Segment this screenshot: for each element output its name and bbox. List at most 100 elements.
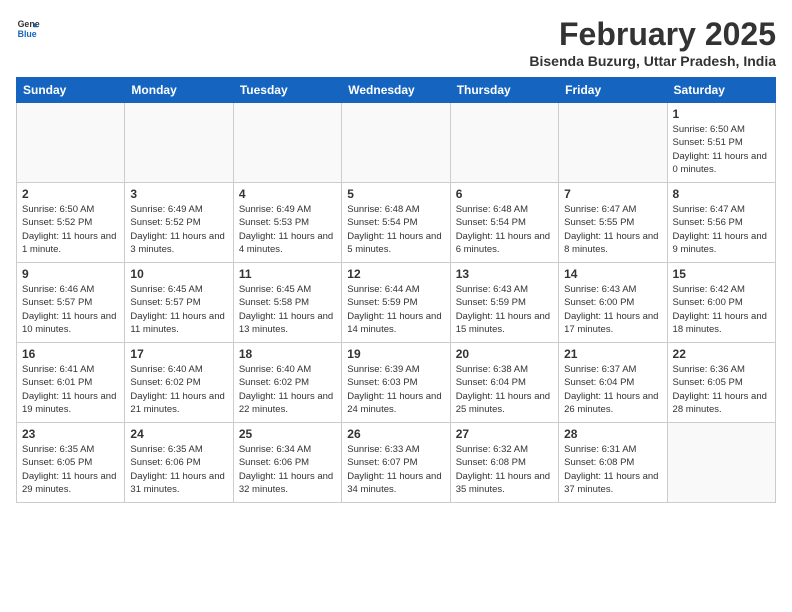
day-number: 11 (239, 267, 336, 281)
day-number: 18 (239, 347, 336, 361)
calendar-cell (17, 103, 125, 183)
day-number: 22 (673, 347, 770, 361)
calendar-cell: 28Sunrise: 6:31 AM Sunset: 6:08 PM Dayli… (559, 423, 667, 503)
weekday-header: Monday (125, 78, 233, 103)
calendar-week-row: 23Sunrise: 6:35 AM Sunset: 6:05 PM Dayli… (17, 423, 776, 503)
day-info: Sunrise: 6:47 AM Sunset: 5:55 PM Dayligh… (564, 203, 661, 256)
calendar-cell: 27 Sunrise: 6:32 AM Sunset: 6:08 PM Dayli… (450, 423, 558, 503)
calendar-cell: 12 Sunrise: 6:44 AM Sunset: 5:59 PM Dayli… (342, 263, 450, 343)
logo-icon: General Blue (16, 16, 40, 40)
weekday-header: Friday (559, 78, 667, 103)
calendar-week-row: 1Sunrise: 6:50 AM Sunset: 5:51 PM Daylig… (17, 103, 776, 183)
svg-text:General: General (18, 19, 40, 29)
day-number: 4 (239, 187, 336, 201)
day-info: Sunrise: 6:43 AM Sunset: 6:00 PM Dayligh… (564, 283, 661, 336)
day-number: 21 (564, 347, 661, 361)
day-number: 14 (564, 267, 661, 281)
day-info: Sunrise: 6:39 AM Sunset: 6:03 PM Dayligh… (347, 363, 444, 416)
logo: General Blue (16, 16, 40, 40)
calendar-cell: 4 Sunrise: 6:49 AM Sunset: 5:53 PM Daylig… (233, 183, 341, 263)
calendar-week-row: 16 Sunrise: 6:41 AM Sunset: 6:01 PM Dayli… (17, 343, 776, 423)
day-info: Sunrise: 6:35 AM Sunset: 6:06 PM Dayligh… (130, 443, 227, 496)
day-info: Sunrise: 6:45 AM Sunset: 5:57 PM Dayligh… (130, 283, 227, 336)
calendar-cell: 22 Sunrise: 6:36 AM Sunset: 6:05 PM Dayli… (667, 343, 775, 423)
day-info: Sunrise: 6:43 AM Sunset: 5:59 PM Dayligh… (456, 283, 553, 336)
day-number: 23 (22, 427, 119, 441)
day-number: 6 (456, 187, 553, 201)
day-info: Sunrise: 6:48 AM Sunset: 5:54 PM Dayligh… (456, 203, 553, 256)
day-info: Sunrise: 6:38 AM Sunset: 6:04 PM Dayligh… (456, 363, 553, 416)
calendar-cell: 15 Sunrise: 6:42 AM Sunset: 6:00 PM Dayli… (667, 263, 775, 343)
location: Bisenda Buzurg, Uttar Pradesh, India (529, 53, 776, 69)
calendar-cell (667, 423, 775, 503)
svg-text:Blue: Blue (18, 29, 37, 39)
calendar-cell (125, 103, 233, 183)
weekday-header: Thursday (450, 78, 558, 103)
day-number: 12 (347, 267, 444, 281)
calendar-cell: 1Sunrise: 6:50 AM Sunset: 5:51 PM Daylig… (667, 103, 775, 183)
calendar-cell: 13Sunrise: 6:43 AM Sunset: 5:59 PM Dayli… (450, 263, 558, 343)
day-info: Sunrise: 6:32 AM Sunset: 6:08 PM Dayligh… (456, 443, 553, 496)
day-info: Sunrise: 6:40 AM Sunset: 6:02 PM Dayligh… (130, 363, 227, 416)
weekday-header: Saturday (667, 78, 775, 103)
page-header: General Blue February 2025 Bisenda Buzur… (16, 16, 776, 69)
day-info: Sunrise: 6:50 AM Sunset: 5:52 PM Dayligh… (22, 203, 119, 256)
day-number: 8 (673, 187, 770, 201)
calendar-cell: 25 Sunrise: 6:34 AM Sunset: 6:06 PM Dayli… (233, 423, 341, 503)
day-number: 28 (564, 427, 661, 441)
calendar-cell: 11 Sunrise: 6:45 AM Sunset: 5:58 PM Dayli… (233, 263, 341, 343)
day-number: 26 (347, 427, 444, 441)
calendar-cell: 23Sunrise: 6:35 AM Sunset: 6:05 PM Dayli… (17, 423, 125, 503)
day-number: 2 (22, 187, 119, 201)
calendar-cell: 19Sunrise: 6:39 AM Sunset: 6:03 PM Dayli… (342, 343, 450, 423)
day-number: 5 (347, 187, 444, 201)
calendar-cell: 5 Sunrise: 6:48 AM Sunset: 5:54 PM Daylig… (342, 183, 450, 263)
calendar-cell: 26 Sunrise: 6:33 AM Sunset: 6:07 PM Dayli… (342, 423, 450, 503)
calendar-cell: 6 Sunrise: 6:48 AM Sunset: 5:54 PM Daylig… (450, 183, 558, 263)
day-number: 15 (673, 267, 770, 281)
calendar-cell: 8 Sunrise: 6:47 AM Sunset: 5:56 PM Daylig… (667, 183, 775, 263)
day-info: Sunrise: 6:49 AM Sunset: 5:52 PM Dayligh… (130, 203, 227, 256)
calendar-cell: 10 Sunrise: 6:45 AM Sunset: 5:57 PM Dayli… (125, 263, 233, 343)
weekday-header: Wednesday (342, 78, 450, 103)
day-number: 25 (239, 427, 336, 441)
day-number: 7 (564, 187, 661, 201)
day-number: 10 (130, 267, 227, 281)
calendar-cell: 17Sunrise: 6:40 AM Sunset: 6:02 PM Dayli… (125, 343, 233, 423)
weekday-header: Tuesday (233, 78, 341, 103)
day-info: Sunrise: 6:36 AM Sunset: 6:05 PM Dayligh… (673, 363, 770, 416)
day-info: Sunrise: 6:50 AM Sunset: 5:51 PM Dayligh… (673, 123, 770, 176)
calendar-cell (450, 103, 558, 183)
calendar-cell: 21Sunrise: 6:37 AM Sunset: 6:04 PM Dayli… (559, 343, 667, 423)
day-number: 27 (456, 427, 553, 441)
calendar-cell: 24 Sunrise: 6:35 AM Sunset: 6:06 PM Dayli… (125, 423, 233, 503)
day-info: Sunrise: 6:34 AM Sunset: 6:06 PM Dayligh… (239, 443, 336, 496)
day-number: 20 (456, 347, 553, 361)
weekday-header: Sunday (17, 78, 125, 103)
day-info: Sunrise: 6:41 AM Sunset: 6:01 PM Dayligh… (22, 363, 119, 416)
calendar-cell: 3 Sunrise: 6:49 AM Sunset: 5:52 PM Daylig… (125, 183, 233, 263)
calendar-cell: 9Sunrise: 6:46 AM Sunset: 5:57 PM Daylig… (17, 263, 125, 343)
calendar-cell (233, 103, 341, 183)
calendar-cell: 20 Sunrise: 6:38 AM Sunset: 6:04 PM Dayli… (450, 343, 558, 423)
month-title: February 2025 (529, 16, 776, 53)
calendar-cell: 18 Sunrise: 6:40 AM Sunset: 6:02 PM Dayli… (233, 343, 341, 423)
day-info: Sunrise: 6:47 AM Sunset: 5:56 PM Dayligh… (673, 203, 770, 256)
day-info: Sunrise: 6:45 AM Sunset: 5:58 PM Dayligh… (239, 283, 336, 336)
calendar-table: SundayMondayTuesdayWednesdayThursdayFrid… (16, 77, 776, 503)
day-info: Sunrise: 6:40 AM Sunset: 6:02 PM Dayligh… (239, 363, 336, 416)
day-info: Sunrise: 6:48 AM Sunset: 5:54 PM Dayligh… (347, 203, 444, 256)
day-number: 16 (22, 347, 119, 361)
day-info: Sunrise: 6:49 AM Sunset: 5:53 PM Dayligh… (239, 203, 336, 256)
day-info: Sunrise: 6:42 AM Sunset: 6:00 PM Dayligh… (673, 283, 770, 336)
day-info: Sunrise: 6:44 AM Sunset: 5:59 PM Dayligh… (347, 283, 444, 336)
day-number: 3 (130, 187, 227, 201)
day-info: Sunrise: 6:33 AM Sunset: 6:07 PM Dayligh… (347, 443, 444, 496)
day-number: 24 (130, 427, 227, 441)
day-info: Sunrise: 6:46 AM Sunset: 5:57 PM Dayligh… (22, 283, 119, 336)
calendar-cell: 14 Sunrise: 6:43 AM Sunset: 6:00 PM Dayli… (559, 263, 667, 343)
calendar-cell: 16 Sunrise: 6:41 AM Sunset: 6:01 PM Dayli… (17, 343, 125, 423)
calendar-cell: 7 Sunrise: 6:47 AM Sunset: 5:55 PM Daylig… (559, 183, 667, 263)
calendar-cell (342, 103, 450, 183)
title-block: February 2025 Bisenda Buzurg, Uttar Prad… (529, 16, 776, 69)
